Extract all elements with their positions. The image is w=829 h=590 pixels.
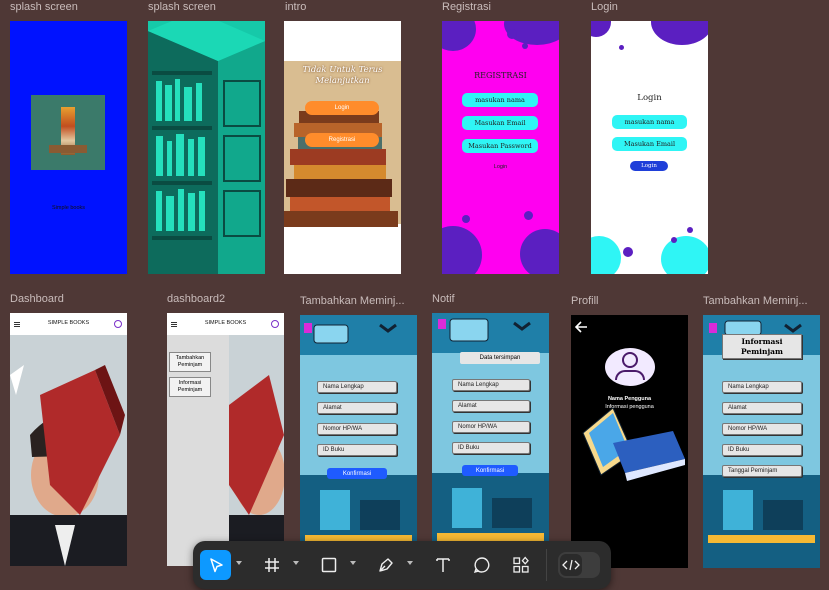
frame-label-splash1[interactable]: splash screen [10, 1, 78, 13]
phone-field[interactable]: Nomor HP/WA [722, 423, 802, 435]
dashboard-title: SIMPLE BOOKS [47, 320, 90, 326]
dev-mode-toggle[interactable] [558, 552, 600, 578]
toolbar-divider [546, 549, 547, 581]
comment-icon [473, 557, 490, 574]
frame-dashboard[interactable]: SIMPLE BOOKS [10, 313, 127, 566]
actions-tool[interactable] [506, 550, 536, 580]
move-tool[interactable] [200, 550, 231, 580]
pen-tool-dropdown-icon[interactable] [407, 561, 413, 565]
login-email-input[interactable]: Masukan Email [612, 137, 687, 151]
menu-add-borrower[interactable]: Tambahkan Peminjam [169, 352, 211, 372]
bookshelf-illustration [148, 21, 265, 274]
dashboard-header: SIMPLE BOOKS [10, 313, 127, 335]
rectangle-icon [321, 557, 337, 573]
info-title: Informasi Peminjam [722, 334, 802, 359]
frame-splash2[interactable] [148, 21, 265, 274]
frame-label-notif[interactable]: Notif [432, 293, 455, 305]
books-illustration [582, 407, 685, 481]
phone-field[interactable]: Nomor HP/WA [452, 421, 530, 433]
saved-notification: Data tersimpan [460, 352, 540, 364]
user-icon[interactable] [114, 320, 122, 328]
frame-label-dashboard[interactable]: Dashboard [10, 293, 64, 305]
login-name-input[interactable]: masukan nama [612, 115, 687, 129]
background-illustration [300, 315, 417, 568]
cursor-icon [209, 558, 223, 573]
frame-registrasi[interactable]: REGISTRASI masukan nama Masukan Email Ma… [442, 21, 559, 274]
frame-login[interactable]: Login masukan nama Masukan Email Login [591, 21, 708, 274]
intro-register-button[interactable]: Registrasi [305, 133, 379, 147]
back-arrow-icon[interactable] [573, 321, 589, 333]
register-title: REGISTRASI [474, 71, 527, 80]
text-tool[interactable] [428, 550, 458, 580]
name-field[interactable]: Nama Lengkap [317, 381, 397, 393]
shape-tool[interactable] [314, 550, 344, 580]
profile-username: Nama Pengguna [607, 396, 652, 402]
splash-caption: Simple books [51, 205, 86, 211]
comment-tool[interactable] [467, 550, 497, 580]
intro-heading: Tidak Untuk Terus Melanjutkan [302, 65, 383, 86]
frame-tool[interactable] [257, 550, 287, 580]
frame-intro[interactable]: Tidak Untuk Terus Melanjutkan Login Regi… [284, 21, 401, 274]
login-button[interactable]: Login [630, 161, 668, 171]
register-name-input[interactable]: masukan nama [462, 93, 538, 107]
address-field[interactable]: Alamat [722, 402, 802, 414]
dashboard2-title: SIMPLE BOOKS [204, 320, 247, 326]
hero-illustration-partial [229, 335, 284, 566]
pen-tool[interactable] [371, 550, 401, 580]
address-field[interactable]: Alamat [317, 402, 397, 414]
frame-info[interactable]: Informasi Peminjam Nama Lengkap Alamat N… [703, 315, 820, 568]
frame-hash-icon [265, 558, 279, 572]
phone-field[interactable]: Nomor HP/WA [317, 423, 397, 435]
user-icon[interactable] [271, 320, 279, 328]
background-illustration [432, 313, 549, 566]
frame-profil[interactable]: Nama Pengguna Informasi pengguna [571, 315, 688, 568]
register-email-input[interactable]: Masukan Email [462, 116, 538, 130]
logo-image [31, 95, 105, 170]
profile-info: Informasi pengguna [605, 404, 654, 410]
text-icon [436, 558, 450, 572]
frame-label-tambah[interactable]: Tambahkan Meminj... [300, 295, 405, 307]
avatar [605, 348, 655, 386]
menu-borrower-info[interactable]: Informasi Peminjam [169, 377, 211, 397]
frame-label-intro[interactable]: intro [285, 1, 306, 13]
frame-splash1[interactable]: Simple books [10, 21, 127, 274]
figma-toolbar [193, 541, 611, 589]
login-title: Login [637, 93, 662, 103]
book-id-field[interactable]: ID Buku [722, 444, 802, 456]
book-id-field[interactable]: ID Buku [452, 442, 530, 454]
frame-notif[interactable]: Data tersimpan Nama Lengkap Alamat Nomor… [432, 313, 549, 566]
date-field[interactable]: Tanggal Peminjam [722, 465, 802, 477]
name-field[interactable]: Nama Lengkap [452, 379, 530, 391]
frame-tambah[interactable]: Nama Lengkap Alamat Nomor HP/WA ID Buku … [300, 315, 417, 568]
register-login-link[interactable]: Login [442, 164, 559, 170]
address-field[interactable]: Alamat [452, 400, 530, 412]
confirm-button[interactable]: Konfirmasi [327, 468, 387, 479]
code-icon [562, 559, 580, 571]
frame-dashboard2[interactable]: SIMPLE BOOKS Tambahkan Peminjam Informas… [167, 313, 284, 566]
book-id-field[interactable]: ID Buku [317, 444, 397, 456]
confirm-button[interactable]: Konfirmasi [462, 465, 518, 476]
frame-label-login[interactable]: Login [591, 1, 618, 13]
shape-tool-dropdown-icon[interactable] [350, 561, 356, 565]
frame-label-info[interactable]: Tambahkan Meminj... [703, 295, 808, 307]
frame-label-registrasi[interactable]: Registrasi [442, 1, 491, 13]
frame-label-profil[interactable]: Profill [571, 295, 599, 307]
intro-login-button[interactable]: Login [305, 101, 379, 115]
frame-label-splash2[interactable]: splash screen [148, 1, 216, 13]
frame-tool-dropdown-icon[interactable] [293, 561, 299, 565]
pen-icon [379, 558, 393, 572]
components-icon [513, 556, 529, 573]
register-password-input[interactable]: Masukan Password [462, 139, 538, 153]
frame-label-dashboard2[interactable]: dashboard2 [167, 293, 225, 305]
name-field[interactable]: Nama Lengkap [722, 381, 802, 393]
hero-illustration [10, 335, 127, 566]
move-tool-dropdown-icon[interactable] [236, 561, 242, 565]
